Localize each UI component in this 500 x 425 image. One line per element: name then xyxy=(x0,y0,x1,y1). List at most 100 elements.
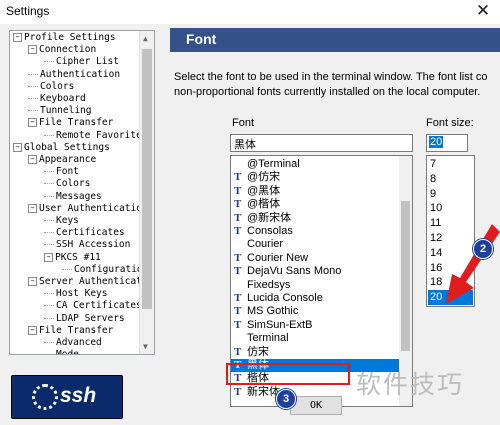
description-line-2: non-proportional fonts currently install… xyxy=(174,86,481,98)
font-list-item[interactable]: TFixedsys xyxy=(231,279,401,292)
tree-item[interactable]: − File Transfer xyxy=(28,325,113,337)
panel-description: Select the font to be used in the termin… xyxy=(174,70,500,100)
panel-header: Font xyxy=(170,28,500,52)
tree-item-label: Mode xyxy=(56,349,79,355)
ssh-logo: ssh xyxy=(11,375,123,419)
tree-item[interactable]: − User Authenticatio xyxy=(28,203,142,215)
tree-item[interactable]: − Connection xyxy=(28,44,96,56)
tree-item-label: Colors xyxy=(56,178,91,190)
font-list-item[interactable]: T DejaVu Sans Mono xyxy=(231,265,401,278)
tree-item-label: Server Authenticat xyxy=(39,276,142,287)
tree-item-label: Profile Settings xyxy=(24,32,116,43)
tree-connector xyxy=(28,110,38,112)
font-list-item[interactable]: T @楷体 xyxy=(231,198,401,211)
tree-item[interactable]: Colors xyxy=(28,81,74,93)
font-label: Font xyxy=(232,117,255,129)
font-list-item-label: 新宋体 xyxy=(247,385,280,398)
tree-item[interactable]: Messages xyxy=(44,191,102,203)
truetype-icon: T xyxy=(234,171,242,184)
tree-collapse-icon[interactable]: − xyxy=(28,155,37,164)
tree-item-label: User Authenticatio xyxy=(39,202,142,214)
font-size-item[interactable]: 9 xyxy=(428,187,473,202)
tree-item[interactable]: Host Keys xyxy=(44,288,107,300)
settings-tree[interactable]: Mode Advanced − File Transfer LDAP Servers CA… xyxy=(9,30,155,355)
font-size-item[interactable]: 7 xyxy=(428,157,473,172)
tree-item-label: PKCS #11 xyxy=(55,251,101,263)
font-list-item-label: Consolas xyxy=(247,225,293,237)
font-size-item[interactable]: 10 xyxy=(428,201,473,216)
tree-item[interactable]: Configuratio xyxy=(62,264,143,276)
font-list-item-label: Lucida Console xyxy=(247,292,323,304)
tree-item[interactable]: Authentication xyxy=(28,69,120,81)
tree-item[interactable]: Cipher List xyxy=(44,56,119,68)
tree-item[interactable]: Tunneling xyxy=(28,105,91,117)
tree-item[interactable]: Mode xyxy=(44,349,79,355)
close-icon[interactable]: ✕ xyxy=(474,2,492,20)
tree-item[interactable]: Remote Favorite xyxy=(44,130,142,142)
tree-item-label: Remote Favorite xyxy=(56,129,142,141)
font-list-scroll-thumb[interactable] xyxy=(401,201,410,351)
tree-item[interactable]: Keys xyxy=(44,215,79,227)
font-list-item[interactable]: T @新宋体 xyxy=(231,212,401,225)
tree-collapse-icon[interactable]: − xyxy=(44,252,53,262)
tree-connector xyxy=(44,244,54,246)
tree-collapse-icon[interactable]: − xyxy=(28,203,37,213)
tree-connector xyxy=(44,342,54,343)
font-list-item[interactable]: T Consolas xyxy=(231,225,401,238)
tree-connector xyxy=(28,98,38,99)
font-list-item[interactable]: T Lucida Console xyxy=(231,292,401,305)
tree-item-label: LDAP Servers xyxy=(56,312,125,324)
font-list-item[interactable]: T SimSun-ExtB xyxy=(231,319,401,332)
tree-item[interactable]: Advanced xyxy=(44,337,102,349)
tree-item[interactable]: − Global Settings xyxy=(13,142,110,154)
red-arrow-icon xyxy=(446,224,500,304)
tree-item[interactable]: − Server Authenticat xyxy=(28,276,142,288)
tree-collapse-icon[interactable]: − xyxy=(13,142,22,152)
tree-item-label: Host Keys xyxy=(56,288,108,300)
tree-item-label: Appearance xyxy=(39,154,97,165)
tree-connector xyxy=(44,183,54,185)
font-list-item[interactable]: TCourier xyxy=(231,238,401,251)
font-list-item-label: Terminal xyxy=(247,332,289,345)
tree-collapse-icon[interactable]: − xyxy=(28,325,37,335)
tree-connector xyxy=(44,317,54,319)
tree-item[interactable]: Colors xyxy=(44,178,90,190)
tree-collapse-icon[interactable]: − xyxy=(28,118,37,128)
font-list-item[interactable]: T MS Gothic xyxy=(231,305,401,318)
tree-scroll-thumb[interactable] xyxy=(142,49,152,309)
tree-item[interactable]: Keyboard xyxy=(28,93,86,105)
font-size-item[interactable]: 8 xyxy=(428,172,473,187)
font-list-item[interactable]: T Courier New xyxy=(231,252,401,265)
step-badge-3: 3 xyxy=(276,389,296,409)
tree-collapse-icon[interactable]: − xyxy=(28,45,37,55)
tree-connector xyxy=(44,61,54,63)
tree-scrollbar[interactable]: ▲ ▼ xyxy=(139,31,154,354)
tree-item[interactable]: SSH Accession xyxy=(44,239,130,251)
font-size-field[interactable]: 20 xyxy=(426,134,468,152)
tree-connector xyxy=(44,134,54,136)
truetype-icon: T xyxy=(234,292,242,304)
font-list-item[interactable]: T @仿宋 xyxy=(231,171,401,184)
scroll-down-icon[interactable]: ▼ xyxy=(143,342,148,351)
font-name-field[interactable]: 黑体 xyxy=(230,134,413,152)
tree-item[interactable]: LDAP Servers xyxy=(44,313,125,325)
font-list-item[interactable]: T@Terminal xyxy=(231,158,401,171)
tree-item[interactable]: − Appearance xyxy=(28,154,96,166)
ok-button[interactable]: OK xyxy=(290,396,342,415)
tree-item[interactable]: − File Transfer xyxy=(28,117,113,129)
font-list-item[interactable]: TTerminal xyxy=(231,332,401,345)
tree-item[interactable]: − Profile Settings xyxy=(13,32,116,44)
tree-collapse-icon[interactable]: − xyxy=(28,277,37,286)
tree-item-label: Keys xyxy=(56,215,79,226)
tree-item[interactable]: − PKCS #11 xyxy=(44,252,101,264)
ssh-logo-ring-icon xyxy=(32,384,58,410)
font-list-item[interactable]: T @黑体 xyxy=(231,185,401,198)
tree-item[interactable]: CA Certificates xyxy=(44,300,142,312)
tree-collapse-icon[interactable]: − xyxy=(13,33,22,42)
font-list-item-label: @Terminal xyxy=(247,158,300,170)
tree-item[interactable]: Certificates xyxy=(44,227,125,239)
tree-item[interactable]: Font xyxy=(44,166,79,178)
font-list-item[interactable]: T 仿宋 xyxy=(231,346,401,359)
scroll-up-icon[interactable]: ▲ xyxy=(143,34,148,43)
font-list-item-label: Courier xyxy=(247,238,284,251)
